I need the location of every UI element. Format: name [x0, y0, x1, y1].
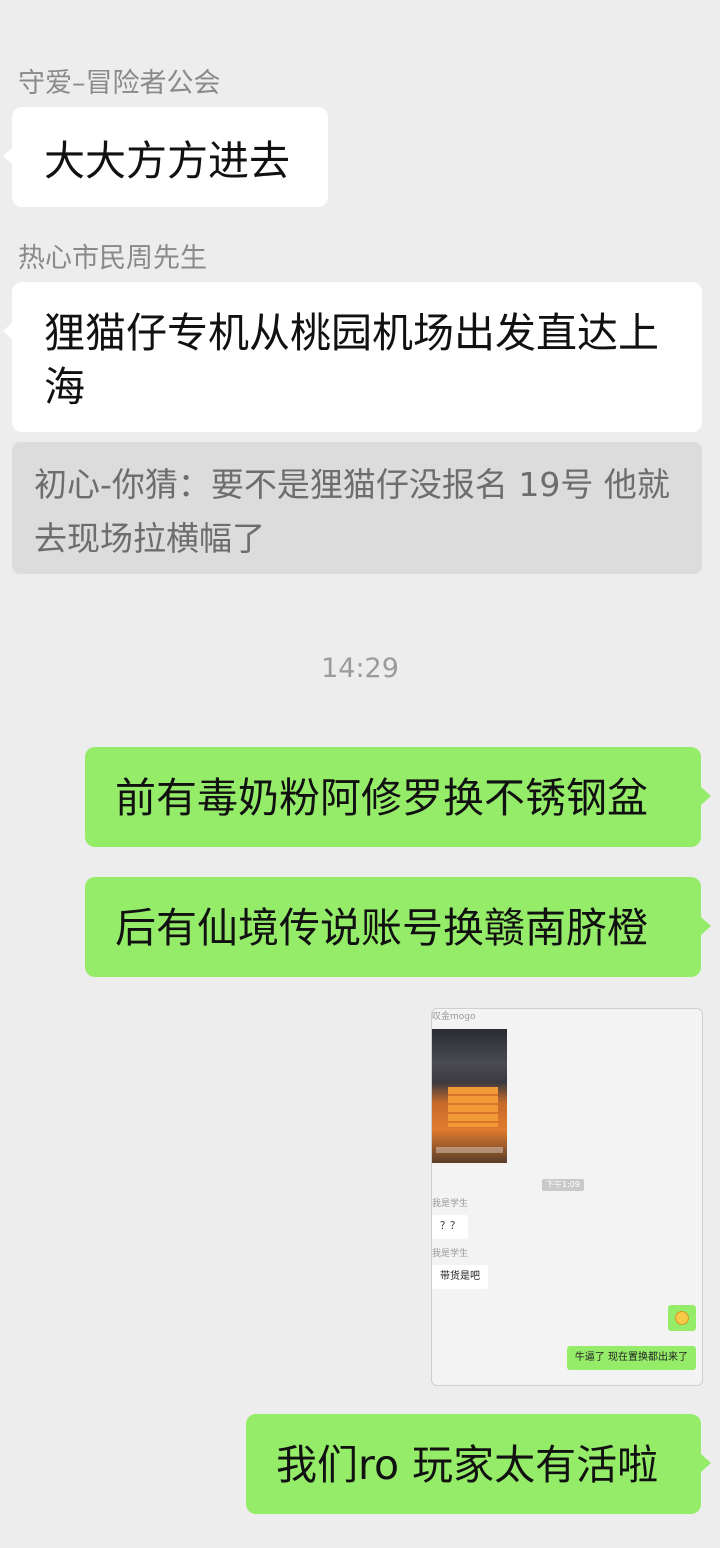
message-text: 前有毒奶粉阿修罗换不锈钢盆	[115, 774, 648, 822]
message-bubble-self[interactable]: 前有毒奶粉阿修罗换不锈钢盆	[85, 747, 711, 847]
screenshot-sender-name: 我是学生	[432, 1249, 469, 1259]
smiling-face-icon	[675, 1311, 689, 1325]
screenshot-emoji-message	[668, 1305, 696, 1331]
sent-screenshot-image[interactable]: 叹金mogo 下午1:09 我是学生 ？？ 我是学生 带货是吧 牛逼了 现在置换…	[431, 1008, 703, 1386]
quoted-text: 初心-你猜：要不是狸猫仔没报名 19号 他就去现场拉横幅了	[34, 465, 670, 559]
message-bubble[interactable]: 大大方方进去	[3, 107, 328, 207]
quoted-reply[interactable]: 初心-你猜：要不是狸猫仔没报名 19号 他就去现场拉横幅了	[12, 442, 702, 574]
screenshot-sender-name: 我是学生	[432, 1199, 469, 1209]
message-text: 后有仙境传说账号换赣南脐橙	[115, 904, 648, 952]
message-text: 狸猫仔专机从桃园机场出发直达上海	[44, 309, 659, 412]
message-timestamp: 14:29	[321, 653, 399, 684]
screenshot-message: ？？	[432, 1215, 468, 1239]
message-bubble-self[interactable]: 后有仙境传说账号换赣南脐橙	[85, 877, 711, 977]
message-text: 大大方方进去	[44, 137, 290, 185]
sender-name: 热心市民周先生	[18, 243, 207, 274]
screenshot-message-self: 牛逼了 现在置换都出来了	[566, 1346, 696, 1370]
message-bubble-self[interactable]: 我们ro 玩家太有活啦	[246, 1414, 711, 1514]
screenshot-photo	[432, 1029, 507, 1163]
sender-name: 守爱–冒险者公会	[18, 68, 221, 99]
screenshot-message: 带货是吧	[432, 1265, 488, 1289]
screenshot-timestamp: 下午1:09	[542, 1179, 584, 1191]
message-bubble[interactable]: 狸猫仔专机从桃园机场出发直达上海	[3, 282, 702, 432]
screenshot-sender-name: 叹金mogo	[432, 1012, 476, 1022]
message-text: 我们ro 玩家太有活啦	[276, 1441, 659, 1489]
